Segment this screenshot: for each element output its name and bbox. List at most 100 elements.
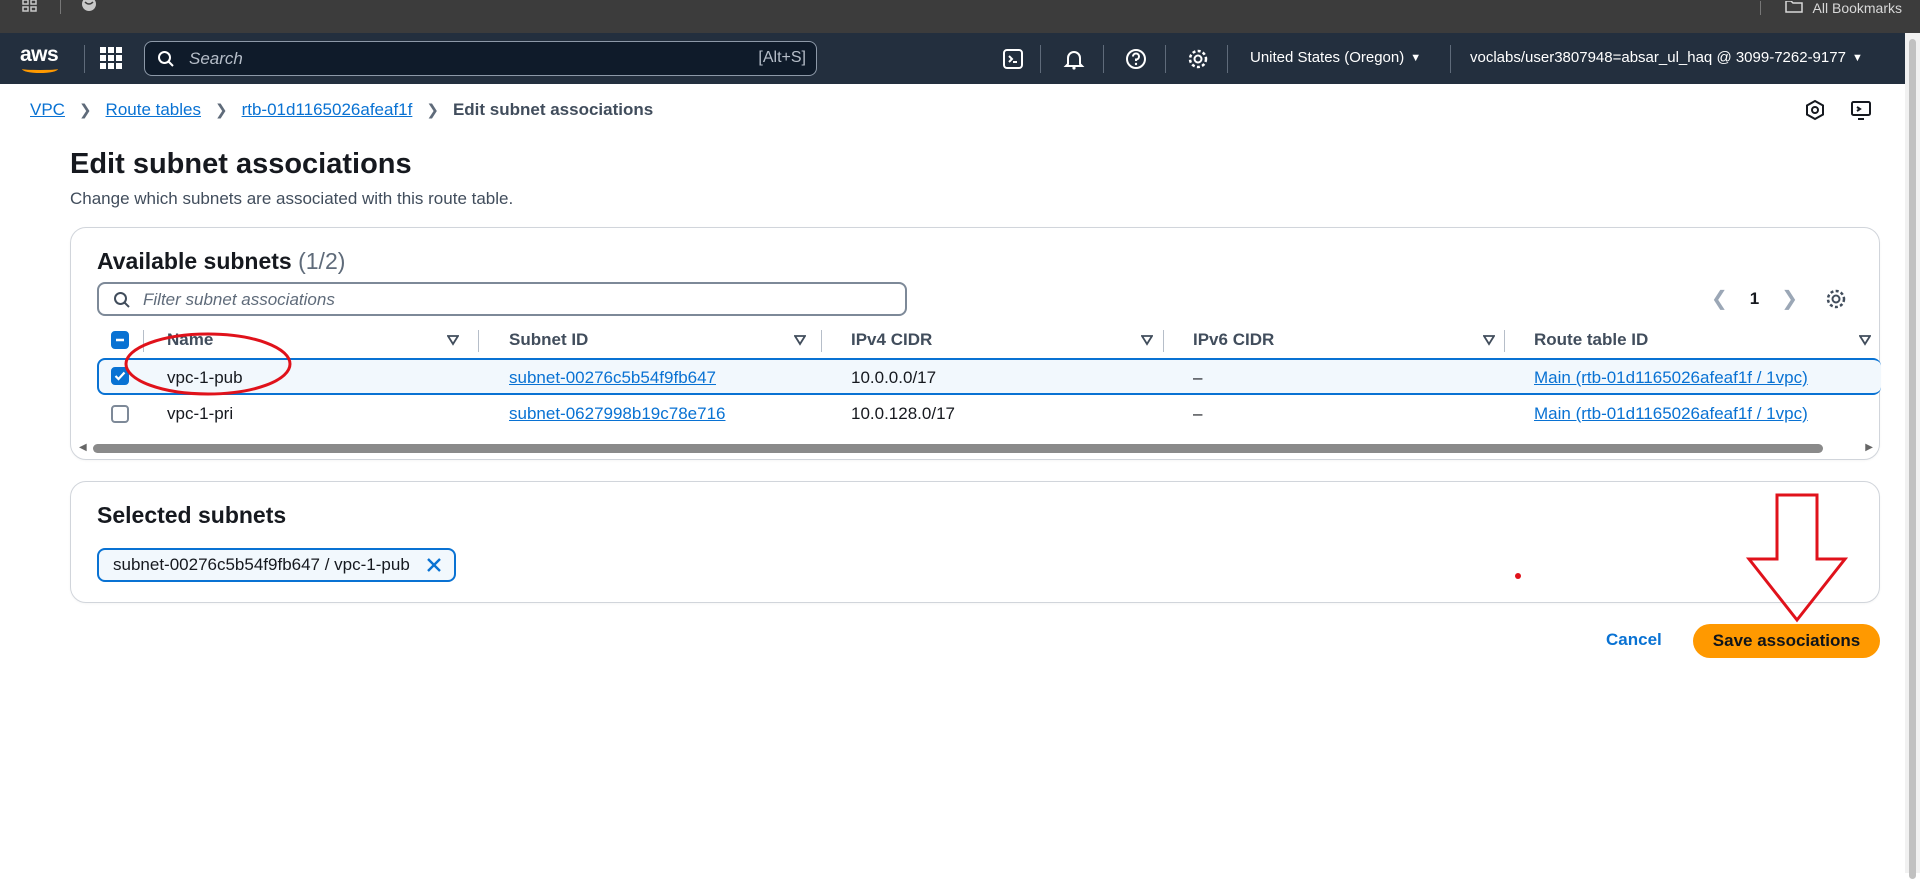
selected-subnets-panel: Selected subnets subnet-00276c5b54f9fb64… [70,481,1880,603]
sort-caret-icon [794,335,806,346]
header-divider [1103,45,1104,73]
column-divider [821,330,822,352]
table-row[interactable]: vpc-1-pub subnet-00276c5b54f9fb647 10.0.… [97,358,1881,395]
page-description: Change which subnets are associated with… [70,189,514,208]
column-name[interactable]: Name [167,324,467,356]
column-route-table-label: Route table ID [1534,330,1649,349]
sort-caret-icon [1141,335,1153,346]
column-ipv4-label: IPv4 CIDR [851,330,933,349]
account-menu[interactable]: voclabs/user3807948=absar_ul_haq @ 3099-… [1470,49,1863,66]
token-label: subnet-00276c5b54f9fb647 / vpc-1-pub [113,555,410,574]
column-ipv6-label: IPv6 CIDR [1193,330,1275,349]
horizontal-scrollbar[interactable]: ◀ ▶ [79,442,1873,454]
sort-caret-icon [1483,335,1495,346]
cell-subnet-id-link[interactable]: subnet-0627998b19c78e716 [509,404,725,423]
chevron-right-icon: ❯ [78,102,92,119]
services-grid-icon[interactable] [100,47,122,69]
cell-ipv4: 10.0.128.0/17 [851,404,955,423]
header-divider [1165,45,1166,73]
browser-toolbar: All Bookmarks [0,0,1920,33]
available-subnets-title: Available subnets [97,248,292,274]
close-icon[interactable] [424,555,444,575]
folder-icon [1784,0,1803,16]
search-input[interactable] [189,48,669,70]
selected-subnets-title: Selected subnets [97,502,287,528]
header-divider [84,45,85,73]
caret-down-icon: ▼ [1410,51,1422,64]
select-all-checkbox[interactable] [111,331,129,349]
aws-logo[interactable]: aws [20,43,62,73]
cell-ipv6: – [1193,404,1203,423]
row-checkbox[interactable] [111,367,129,385]
account-label: voclabs/user3807948=absar_ul_haq @ 3099-… [1470,49,1846,66]
column-divider [1163,330,1164,352]
console-header: aws [Alt+S] United States (Oregon) ▼ voc… [0,33,1905,84]
table-row[interactable]: vpc-1-pri subnet-0627998b19c78e716 10.0.… [97,396,1881,433]
preferences-gear-icon[interactable] [1825,288,1847,310]
bookmarks-divider [1759,1,1761,15]
column-ipv6-cidr[interactable]: IPv6 CIDR [1193,324,1495,356]
globe-icon[interactable] [81,0,97,16]
column-subnet-id-label: Subnet ID [509,330,589,349]
scroll-left-icon[interactable]: ◀ [79,442,87,453]
header-divider [1227,45,1228,73]
next-page-icon[interactable]: ❯ [1781,286,1798,311]
prev-page-icon[interactable]: ❮ [1711,286,1728,311]
chevron-right-icon: ❯ [215,102,228,119]
region-selector[interactable]: United States (Oregon) ▼ [1250,49,1421,66]
cloudshell-icon[interactable] [1000,46,1026,72]
chevron-right-icon: ❯ [426,102,439,119]
hexagon-info-icon[interactable] [1803,98,1827,122]
cell-ipv6: – [1193,368,1203,387]
available-subnets-heading: Available subnets (1/2) [97,248,345,275]
apps-icon[interactable] [22,0,38,16]
search-icon [158,51,174,67]
search-bar[interactable]: [Alt+S] [144,41,817,76]
breadcrumb: VPC ❯ Route tables ❯ rtb-01d1165026afeaf… [30,98,653,122]
scroll-right-icon[interactable]: ▶ [1865,442,1873,453]
breadcrumb-vpc[interactable]: VPC [30,100,65,120]
cell-route-table-link[interactable]: Main (rtb-01d1165026afeaf1f / 1vpc) [1534,368,1808,387]
breadcrumb-current: Edit subnet associations [452,100,654,119]
available-subnets-panel: Available subnets (1/2) ❮ 1 ❯ Name Subne… [70,227,1881,460]
filter-input[interactable] [143,289,843,311]
column-route-table-id[interactable]: Route table ID [1534,324,1874,356]
region-label: United States (Oregon) [1250,49,1405,66]
header-divider [1040,45,1041,73]
cancel-button[interactable]: Cancel [1606,630,1662,650]
table-header: Name Subnet ID IPv4 CIDR IPv6 CIDR Route… [97,324,1881,356]
cell-route-table-link[interactable]: Main (rtb-01d1165026afeaf1f / 1vpc) [1534,404,1808,423]
breadcrumb-route-tables[interactable]: Route tables [106,100,201,120]
scrollbar-thumb[interactable] [93,444,1823,453]
cell-name: vpc-1-pub [167,368,243,387]
bell-icon[interactable] [1061,46,1087,72]
toolbar-divider [60,0,61,14]
search-shortcut: [Alt+S] [758,49,806,66]
help-icon[interactable] [1123,46,1149,72]
column-ipv4-cidr[interactable]: IPv4 CIDR [851,324,1153,356]
row-checkbox[interactable] [111,405,129,423]
all-bookmarks[interactable]: All Bookmarks [1759,0,1902,16]
sort-caret-icon [1859,335,1871,346]
column-divider [478,330,479,352]
page-scrollbar[interactable] [1905,33,1920,879]
gear-icon[interactable] [1185,46,1211,72]
filter-field[interactable] [97,282,907,316]
search-icon [114,292,130,308]
column-subnet-id[interactable]: Subnet ID [509,324,809,356]
caret-down-icon: ▼ [1851,51,1863,64]
cell-subnet-id-link[interactable]: subnet-00276c5b54f9fb647 [509,368,716,387]
column-divider [143,330,144,352]
column-name-label: Name [167,330,214,349]
breadcrumb-route-table-id[interactable]: rtb-01d1165026afeaf1f [242,100,413,120]
selection-count: (1/2) [298,248,346,274]
sort-caret-icon [447,335,459,346]
selected-subnet-token: subnet-00276c5b54f9fb647 / vpc-1-pub [97,548,456,582]
feedback-icon[interactable] [1849,98,1873,122]
save-associations-button[interactable]: Save associations [1693,624,1880,658]
cell-name: vpc-1-pri [167,404,234,423]
bookmarks-label: All Bookmarks [1812,0,1902,16]
column-divider [1504,330,1505,352]
current-page[interactable]: 1 [1750,289,1759,309]
page-title: Edit subnet associations [70,148,412,180]
